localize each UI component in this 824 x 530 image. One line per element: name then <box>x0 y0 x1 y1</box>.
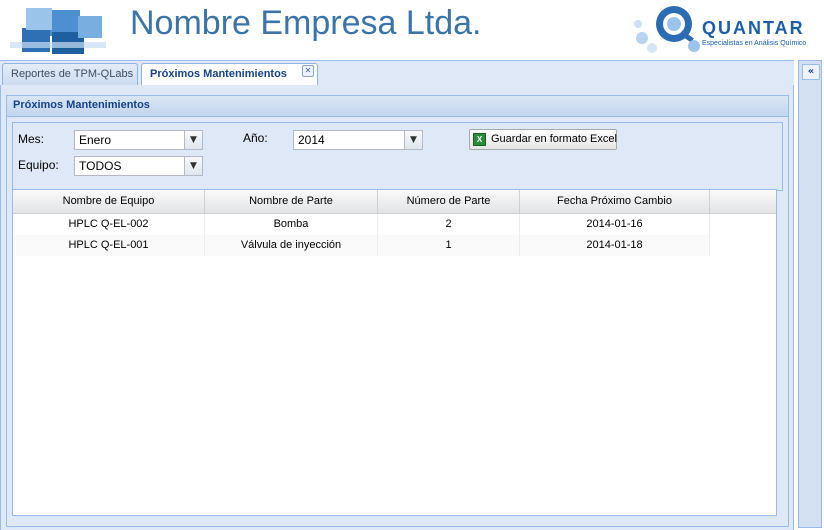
company-title: Nombre Empresa Ltda. <box>130 4 482 42</box>
chevron-down-icon[interactable]: ▼ <box>404 131 422 149</box>
cell-equipo: HPLC Q-EL-001 <box>13 235 205 256</box>
double-chevron-left-icon[interactable]: « <box>802 64 820 80</box>
cell-fecha: 2014-01-18 <box>520 235 710 256</box>
tab-proximos-mantenimientos[interactable]: Próximos Mantenimientos <box>141 63 318 86</box>
mes-select[interactable]: Enero ▼ <box>74 130 203 150</box>
anio-value: 2014 <box>298 133 325 147</box>
brand-tagline: Especialistas en Análisis Químico <box>702 40 807 47</box>
tab-reportes[interactable]: Reportes de TPM-QLabs <box>2 63 138 85</box>
panel-header: Próximos Mantenimientos <box>7 96 788 117</box>
save-excel-label: Guardar en formato Excel <box>491 133 617 145</box>
app-header: Nombre Empresa Ltda. QUANTAR Especialist… <box>0 0 824 60</box>
mes-value: Enero <box>79 133 112 147</box>
anio-select[interactable]: 2014 ▼ <box>293 130 423 150</box>
excel-icon: X <box>473 133 486 146</box>
cell-numero: 2 <box>378 214 520 235</box>
tab-strip: Reportes de TPM-QLabs Próximos Mantenimi… <box>0 60 794 86</box>
cell-parte: Bomba <box>205 214 378 235</box>
close-icon[interactable]: ✕ <box>302 65 314 77</box>
column-header-numero[interactable]: Número de Parte <box>378 190 520 213</box>
filter-form: Mes: Enero ▼ Año: 2014 ▼ X Guardar en fo… <box>12 122 783 191</box>
column-header-fecha[interactable]: Fecha Próximo Cambio <box>520 190 710 213</box>
column-header-equipo[interactable]: Nombre de Equipo <box>13 190 205 213</box>
column-header-parte[interactable]: Nombre de Parte <box>205 190 378 213</box>
cell-fecha: 2014-01-16 <box>520 214 710 235</box>
chevron-down-icon[interactable]: ▼ <box>184 157 202 175</box>
table-row[interactable]: HPLC Q-EL-002 Bomba 2 2014-01-16 <box>13 214 710 235</box>
equipo-select[interactable]: TODOS ▼ <box>74 156 203 176</box>
east-collapsed-panel: « <box>798 60 822 528</box>
main-content: Próximos Mantenimientos Mes: Enero ▼ Año… <box>0 85 794 530</box>
cell-numero: 1 <box>378 235 520 256</box>
chevron-down-icon[interactable]: ▼ <box>184 131 202 149</box>
maintenance-grid: Nombre de Equipo Nombre de Parte Número … <box>12 189 777 516</box>
panel-title: Próximos Mantenimientos <box>13 99 150 111</box>
mes-label: Mes: <box>18 132 45 146</box>
save-excel-button[interactable]: X Guardar en formato Excel <box>469 129 617 150</box>
equipo-value: TODOS <box>79 159 122 173</box>
cell-equipo: HPLC Q-EL-002 <box>13 214 205 235</box>
grid-header: Nombre de Equipo Nombre de Parte Número … <box>13 190 776 214</box>
table-row[interactable]: HPLC Q-EL-001 Válvula de inyección 1 201… <box>13 235 710 256</box>
cell-parte: Válvula de inyección <box>205 235 378 256</box>
company-logo <box>10 8 106 54</box>
equipo-label: Equipo: <box>18 158 59 172</box>
anio-label: Año: <box>243 131 268 145</box>
brand-word: QUANTAR <box>702 18 805 38</box>
